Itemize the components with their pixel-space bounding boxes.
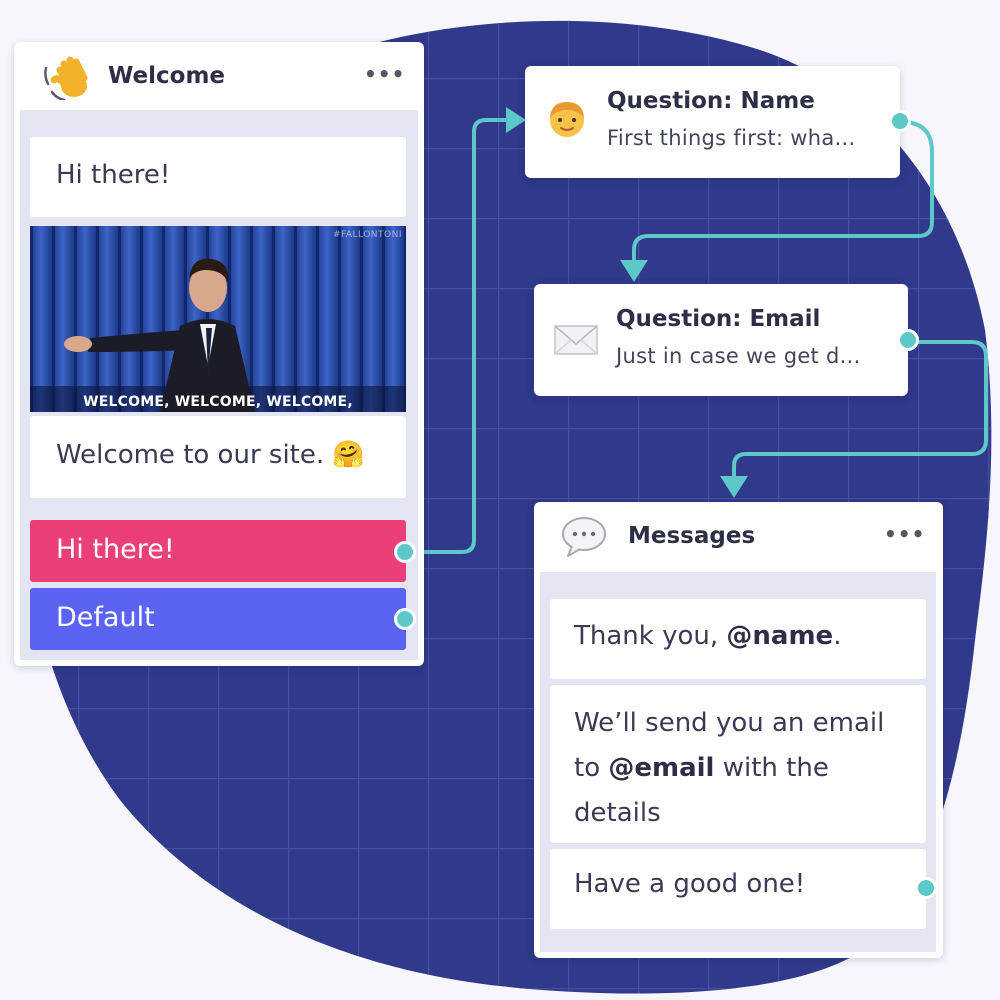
waving-hand-icon [44,56,88,100]
person-icon [550,102,584,137]
message-text: Hi there! [56,160,171,190]
option-button-default[interactable]: Default [30,588,406,650]
speech-bubble-icon [562,517,606,557]
messages-block-card[interactable]: Messages ••• Thank you, @name. We’ll sen… [534,502,943,958]
envelope-icon [554,325,598,355]
message-bubble[interactable]: Thank you, @name. [550,599,926,679]
message-text: Thank you, [574,621,727,651]
gif-caption: WELCOME, WELCOME, WELCOME, [83,394,353,410]
welcome-block-title: Welcome [108,63,226,89]
welcome-block-header: Welcome ••• [14,42,424,110]
question-preview: Just in case we get d... [616,344,861,368]
messages-block-header: Messages ••• [534,502,943,570]
welcome-block-card[interactable]: Welcome ••• Hi there! #FALLONTONI WELCOM… [14,42,424,666]
message-text: . [833,621,842,651]
question-name-card[interactable]: Question: Name First things first: wha..… [525,66,900,178]
connector-handle-email[interactable] [897,329,919,351]
connector-handle-name[interactable] [889,110,911,132]
message-bubble[interactable]: Have a good one! [550,849,926,929]
connector-handle-hi-there[interactable] [394,541,416,563]
welcome-block-body: Hi there! #FALLONTONI WELCOME, WELCOME, … [20,110,418,660]
question-title: Question: Email [616,306,821,332]
option-label: Hi there! [56,534,175,565]
question-title: Question: Name [607,88,815,114]
gif-image[interactable]: #FALLONTONI WELCOME, WELCOME, WELCOME, [30,226,406,412]
option-button-hi-there[interactable]: Hi there! [30,520,406,582]
more-options-button[interactable]: ••• [884,522,925,546]
message-text: Welcome to our site. 🤗 [56,440,365,470]
question-preview: First things first: wha... [607,126,856,150]
message-bubble[interactable]: Hi there! [30,137,406,217]
gif-watermark: #FALLONTONI [332,230,402,240]
connector-handle-default[interactable] [394,608,416,630]
option-label: Default [56,602,155,633]
message-bubble[interactable]: Welcome to our site. 🤗 [30,416,406,498]
email-variable: @email [608,753,715,783]
more-options-button[interactable]: ••• [364,62,405,86]
connector-handle-last-message[interactable] [915,877,937,899]
question-email-card[interactable]: Question: Email Just in case we get d... [534,284,908,396]
messages-block-body: Thank you, @name. We’ll send you an emai… [540,572,936,952]
gif-scene [30,226,406,412]
message-bubble[interactable]: We’ll send you an email to @email with t… [550,685,926,843]
message-text: Have a good one! [574,869,806,899]
name-variable: @name [726,621,834,651]
messages-block-title: Messages [628,523,756,549]
